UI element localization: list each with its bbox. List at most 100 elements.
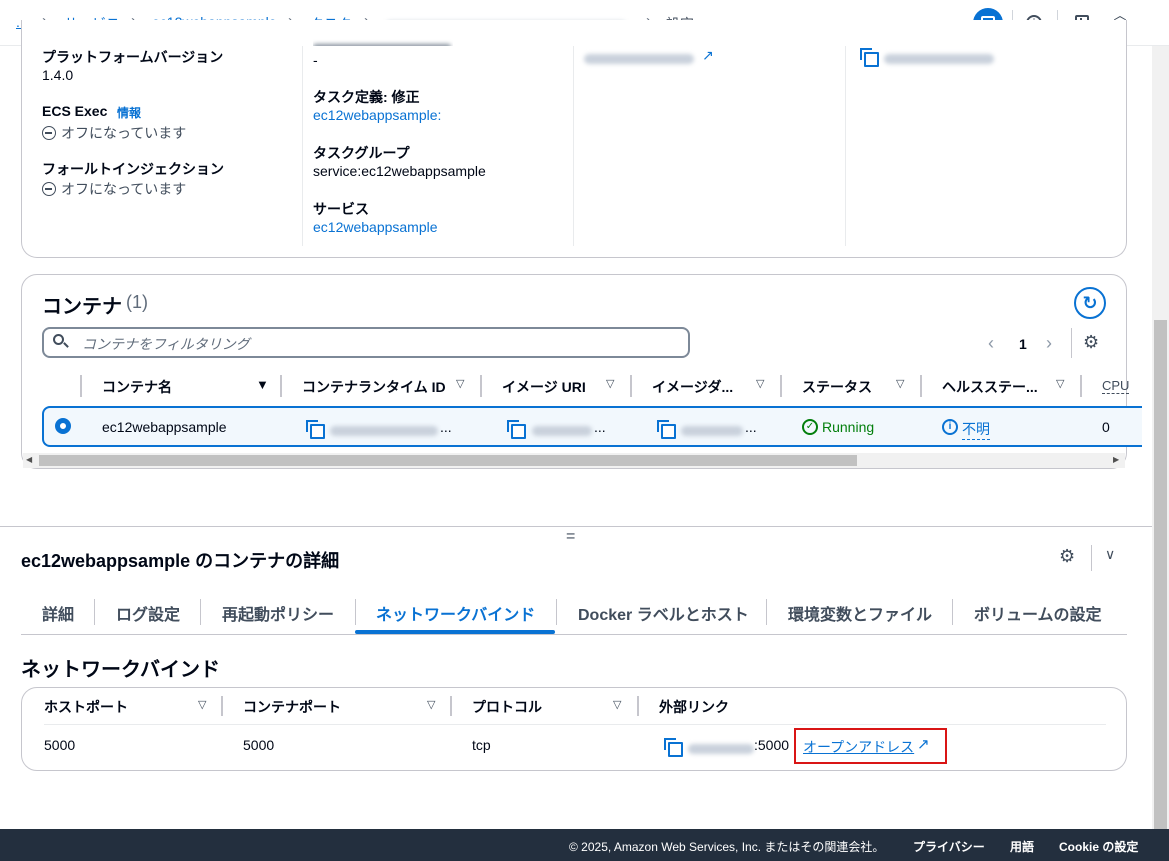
collapse-panel-icon[interactable]: ∨ bbox=[1105, 546, 1115, 563]
footer: © 2025, Amazon Web Services, Inc. またはその関… bbox=[0, 829, 1169, 861]
containers-title: コンテナ bbox=[42, 296, 122, 318]
col-health[interactable]: ヘルスステー... bbox=[942, 377, 1038, 397]
detail-panel-title: ec12webappsample のコンテナの詳細 bbox=[21, 551, 340, 571]
sort-icon[interactable]: ▽ bbox=[756, 377, 764, 390]
panel-settings-gear-icon[interactable]: ⚙ bbox=[1059, 546, 1075, 567]
redacted-link[interactable] bbox=[584, 50, 694, 66]
ecs-exec-value: オフになっています bbox=[61, 125, 187, 141]
task-definition-label: タスク定義: 修正 bbox=[313, 89, 420, 105]
sort-icon[interactable]: ▽ bbox=[606, 377, 614, 390]
platform-version-label: プラットフォームバージョン bbox=[42, 49, 224, 65]
task-definition-link[interactable]: ec12webappsample: bbox=[313, 107, 441, 123]
sort-desc-icon[interactable]: ▼ bbox=[256, 377, 269, 392]
status-off-icon bbox=[42, 126, 56, 140]
image-digest-ellipsis: ... bbox=[745, 419, 757, 435]
sort-icon[interactable]: ▽ bbox=[613, 698, 621, 711]
sort-icon[interactable]: ▽ bbox=[896, 377, 904, 390]
horizontal-scrollbar[interactable]: ◀ ▶ bbox=[23, 453, 1125, 468]
sort-icon[interactable]: ▽ bbox=[456, 377, 464, 390]
tab-env-files[interactable]: 環境変数とファイル bbox=[788, 601, 932, 625]
fault-injection-status: オフになっています bbox=[42, 179, 186, 199]
col-cpu[interactable]: CPU bbox=[1102, 378, 1130, 394]
footer-terms-link[interactable]: 用語 bbox=[1010, 838, 1034, 855]
clipped-value: - bbox=[313, 52, 318, 68]
container-filter-input[interactable]: コンテナをフィルタリング bbox=[42, 327, 690, 358]
col-host-port[interactable]: ホストポート bbox=[44, 697, 128, 717]
scrollbar-thumb[interactable] bbox=[1154, 320, 1167, 829]
fault-injection-label: フォールトインジェクション bbox=[42, 161, 224, 177]
container-port-cell: 5000 bbox=[243, 737, 275, 753]
network-bindings-title: ネットワークバインド bbox=[21, 659, 220, 681]
pagination-prev-icon[interactable]: ‹ bbox=[988, 333, 994, 354]
image-digest-redacted bbox=[681, 422, 743, 438]
status-running: Running bbox=[822, 419, 875, 435]
col-runtime-id[interactable]: コンテナランタイム ID bbox=[302, 377, 446, 397]
tab-volumes[interactable]: ボリュームの設定 bbox=[974, 601, 1102, 625]
external-link-icon: ↗ bbox=[917, 736, 930, 753]
status-off-icon bbox=[42, 182, 56, 196]
health-unknown[interactable]: 不明 bbox=[962, 419, 990, 440]
task-group-value: service:ec12webappsample bbox=[313, 163, 486, 179]
containers-count: (1) bbox=[126, 292, 148, 312]
pagination-page[interactable]: 1 bbox=[1019, 336, 1027, 352]
ecs-exec-info-link[interactable]: 情報 bbox=[117, 104, 141, 121]
footer-privacy-link[interactable]: プライバシー bbox=[913, 838, 985, 855]
refresh-icon: ↻ bbox=[1082, 292, 1098, 313]
footer-copyright: © 2025, Amazon Web Services, Inc. またはその関… bbox=[569, 840, 885, 854]
copy-icon[interactable] bbox=[860, 48, 879, 67]
col-protocol[interactable]: プロトコル bbox=[472, 697, 542, 717]
container-name-cell: ec12webappsample bbox=[102, 419, 227, 435]
search-icon bbox=[53, 333, 69, 348]
open-address-link[interactable]: オープンアドレス bbox=[803, 737, 914, 757]
refresh-button[interactable]: ↻ bbox=[1074, 287, 1106, 319]
service-label: サービス bbox=[313, 201, 369, 217]
network-bindings-table bbox=[21, 687, 1127, 771]
copy-icon[interactable] bbox=[657, 420, 676, 439]
col-container-name[interactable]: コンテナ名 bbox=[102, 377, 172, 397]
service-link[interactable]: ec12webappsample bbox=[313, 219, 438, 235]
col-container-port[interactable]: コンテナポート bbox=[243, 697, 341, 717]
cpu-cell: 0 bbox=[1102, 419, 1110, 435]
scroll-left-icon[interactable]: ◀ bbox=[26, 455, 32, 464]
footer-cookie-link[interactable]: Cookie の設定 bbox=[1059, 838, 1138, 855]
protocol-cell: tcp bbox=[472, 737, 491, 753]
scrollbar-thumb[interactable] bbox=[39, 455, 857, 466]
external-ip-redacted bbox=[688, 740, 754, 756]
settings-gear-icon[interactable]: ⚙ bbox=[1083, 332, 1099, 353]
col-image-digest[interactable]: イメージダ... bbox=[652, 377, 733, 397]
tab-restart-policy[interactable]: 再起動ポリシー bbox=[222, 601, 334, 625]
host-port-cell: 5000 bbox=[44, 737, 76, 753]
sort-icon[interactable]: ▽ bbox=[198, 698, 206, 711]
copy-icon[interactable] bbox=[507, 420, 526, 439]
runtime-id-redacted bbox=[330, 422, 438, 438]
resize-handle-icon[interactable]: = bbox=[566, 528, 575, 546]
filter-placeholder: コンテナをフィルタリング bbox=[82, 336, 250, 352]
scroll-right-icon[interactable]: ▶ bbox=[1113, 455, 1119, 464]
clipped-label bbox=[313, 38, 453, 46]
ecs-exec-label: ECS Exec bbox=[42, 103, 108, 119]
tab-details[interactable]: 詳細 bbox=[42, 601, 74, 625]
status-success-icon: ✓ bbox=[802, 419, 818, 435]
tab-docker-labels[interactable]: Docker ラベルとホスト bbox=[578, 601, 749, 625]
tab-log-settings[interactable]: ログ設定 bbox=[116, 601, 180, 625]
copy-icon[interactable] bbox=[664, 738, 683, 757]
redacted-value bbox=[884, 50, 994, 66]
external-link-icon: ↗ bbox=[702, 47, 714, 63]
sort-icon[interactable]: ▽ bbox=[1056, 377, 1064, 390]
pagination-next-icon[interactable]: › bbox=[1046, 333, 1052, 354]
tab-network-bindings[interactable]: ネットワークバインド bbox=[376, 601, 535, 625]
col-status[interactable]: ステータス bbox=[802, 377, 872, 397]
copy-icon[interactable] bbox=[306, 420, 325, 439]
image-uri-ellipsis: ... bbox=[594, 419, 606, 435]
row-radio-selected[interactable] bbox=[55, 418, 71, 434]
task-group-label: タスクグループ bbox=[313, 145, 410, 161]
col-image-uri[interactable]: イメージ URI bbox=[502, 377, 586, 397]
runtime-id-ellipsis: ... bbox=[440, 419, 452, 435]
image-uri-redacted bbox=[532, 422, 592, 438]
health-info-icon: i bbox=[942, 419, 958, 435]
fault-injection-value: オフになっています bbox=[61, 181, 187, 197]
col-external-link: 外部リンク bbox=[659, 699, 729, 715]
external-port-cell: :5000 bbox=[754, 737, 790, 753]
sort-icon[interactable]: ▽ bbox=[427, 698, 435, 711]
vertical-scrollbar[interactable] bbox=[1152, 46, 1169, 829]
